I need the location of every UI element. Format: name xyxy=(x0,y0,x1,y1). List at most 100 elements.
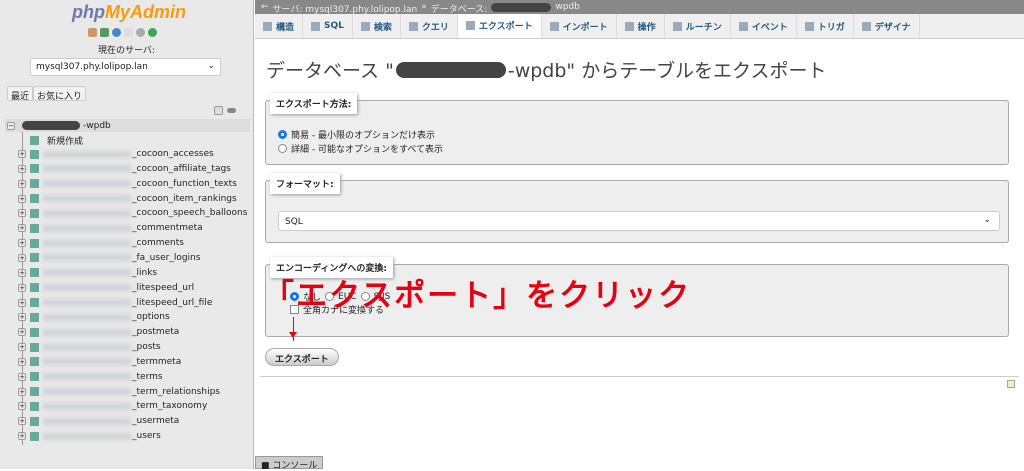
expand-icon[interactable]: + xyxy=(18,179,26,188)
redacted-prefix xyxy=(43,239,131,247)
table-item[interactable]: + _litespeed_url_file xyxy=(18,296,212,310)
tab-6[interactable]: 操作 xyxy=(617,14,665,38)
tab-icon xyxy=(263,21,272,31)
expand-icon[interactable]: + xyxy=(18,402,26,411)
docs-icon[interactable] xyxy=(124,28,133,37)
settings-icon[interactable] xyxy=(136,28,145,37)
table-item[interactable]: + _terms xyxy=(18,370,163,384)
help-icon[interactable] xyxy=(112,28,121,37)
collapse-all-icon[interactable] xyxy=(214,106,223,115)
format-select[interactable]: SQL ⌄ xyxy=(278,211,1000,231)
table-item[interactable]: + _term_taxonomy xyxy=(18,399,207,413)
link-icon[interactable] xyxy=(227,108,236,113)
tab-8[interactable]: イベント xyxy=(731,14,797,38)
expand-icon[interactable]: + xyxy=(18,194,26,203)
expand-icon[interactable]: + xyxy=(18,150,26,158)
table-item[interactable]: + _options xyxy=(18,310,170,324)
custom-radio[interactable]: 詳細 - 可能なオプションをすべて表示 xyxy=(278,142,443,155)
expand-icon[interactable]: + xyxy=(18,209,26,218)
table-name: _cocoon_speech_balloons xyxy=(132,208,248,219)
export-method-fieldset: エクスポート方法: 簡易 - 最小限のオプションだけ表示 詳細 - 可能なオプシ… xyxy=(265,93,1009,165)
bookmark-icon[interactable] xyxy=(1007,380,1015,388)
table-item[interactable]: + _links xyxy=(18,266,157,280)
table-icon xyxy=(30,401,39,411)
table-item[interactable]: + _term_relationships xyxy=(18,385,220,399)
expand-icon[interactable]: + xyxy=(18,164,26,173)
tab-3[interactable]: クエリ xyxy=(401,14,458,38)
expand-icon[interactable]: + xyxy=(18,372,26,381)
expand-icon[interactable]: + xyxy=(18,357,26,366)
table-item[interactable]: + _users xyxy=(18,429,161,443)
export-button[interactable]: エクスポート xyxy=(265,348,339,366)
home-icon[interactable] xyxy=(88,28,97,37)
quick-radio[interactable]: 簡易 - 最小限のオプションだけ表示 xyxy=(278,128,435,141)
tab-icon xyxy=(465,21,475,30)
expand-icon[interactable]: + xyxy=(18,328,26,337)
expand-icon[interactable]: + xyxy=(18,313,26,322)
tab-9[interactable]: トリガ xyxy=(797,14,854,38)
table-item[interactable]: + _postmeta xyxy=(18,325,179,339)
tab-icon xyxy=(738,21,748,31)
breadcrumb-db-name[interactable]: wpdb xyxy=(555,2,580,12)
table-icon xyxy=(30,194,39,204)
table-item[interactable]: + _fa_user_logins xyxy=(18,251,200,265)
table-name: _litespeed_url_file xyxy=(132,297,213,308)
table-name: _litespeed_url xyxy=(132,282,195,293)
table-item[interactable]: + _cocoon_affiliate_tags xyxy=(18,162,231,176)
table-item[interactable]: + _usermeta xyxy=(18,414,179,428)
table-item[interactable]: + _cocoon_function_texts xyxy=(18,177,237,191)
breadcrumb-server[interactable]: サーバ: mysql307.phy.lolipop.lan xyxy=(273,2,418,15)
table-item[interactable]: + _posts xyxy=(18,340,161,354)
tab-icon xyxy=(804,21,814,31)
table-icon xyxy=(30,149,39,159)
table-icon xyxy=(30,223,39,233)
expand-icon[interactable]: + xyxy=(18,298,26,307)
tab-1[interactable]: SQL xyxy=(303,14,353,38)
redacted-prefix xyxy=(43,417,131,425)
tab-7[interactable]: ルーチン xyxy=(665,14,731,38)
logout-icon[interactable] xyxy=(100,28,109,37)
expand-icon[interactable]: + xyxy=(18,343,26,352)
new-table-icon xyxy=(30,136,39,145)
expand-icon[interactable]: + xyxy=(18,253,26,262)
table-icon xyxy=(30,342,39,352)
favorites-button[interactable]: お気に入り xyxy=(33,86,87,102)
recent-button[interactable]: 最近 xyxy=(7,86,34,102)
expand-icon[interactable]: + xyxy=(18,417,26,426)
tab-0[interactable]: 構造 xyxy=(255,14,304,38)
table-item[interactable]: + _commentmeta xyxy=(18,221,203,235)
redacted-prefix xyxy=(43,195,131,203)
expand-icon[interactable]: + xyxy=(18,387,26,396)
console-tab[interactable]: ■ コンソール xyxy=(255,456,324,471)
phpmyadmin-logo[interactable]: phpMyAdmin xyxy=(72,2,186,23)
collapse-icon[interactable]: − xyxy=(7,121,15,130)
back-icon[interactable]: ← xyxy=(261,2,269,12)
tab-icon xyxy=(672,21,682,31)
redacted-prefix xyxy=(43,328,131,336)
table-item[interactable]: + _litespeed_url xyxy=(18,281,194,295)
server-select[interactable]: mysql307.phy.lolipop.lan ⌄ xyxy=(30,58,221,76)
table-name: _cocoon_accesses xyxy=(132,149,214,159)
expand-icon[interactable]: + xyxy=(18,283,26,292)
table-item[interactable]: + _cocoon_accesses xyxy=(18,147,214,161)
table-item[interactable]: + _comments xyxy=(18,236,184,250)
database-item[interactable]: − -wpdb xyxy=(5,119,250,132)
reload-icon[interactable] xyxy=(148,28,157,37)
table-icon xyxy=(30,416,39,426)
table-item[interactable]: + _cocoon_speech_balloons xyxy=(18,206,247,220)
table-item[interactable]: + _termmeta xyxy=(18,355,181,369)
table-item[interactable]: + _cocoon_item_rankings xyxy=(18,192,237,206)
tab-10[interactable]: デザイナ xyxy=(854,14,920,38)
expand-icon[interactable]: + xyxy=(18,239,26,248)
breadcrumb-db[interactable]: データベース: xyxy=(431,2,488,15)
expand-icon[interactable]: + xyxy=(18,432,26,441)
redacted-prefix xyxy=(43,180,131,188)
divider xyxy=(260,376,1019,377)
tab-2[interactable]: 検索 xyxy=(353,14,401,38)
tab-5[interactable]: インポート xyxy=(542,14,617,38)
tab-4[interactable]: エクスポート xyxy=(457,14,542,38)
new-table-link[interactable]: 新規作成 xyxy=(30,134,83,147)
expand-icon[interactable]: + xyxy=(18,224,26,233)
redacted-prefix xyxy=(43,299,131,306)
expand-icon[interactable]: + xyxy=(18,268,26,277)
